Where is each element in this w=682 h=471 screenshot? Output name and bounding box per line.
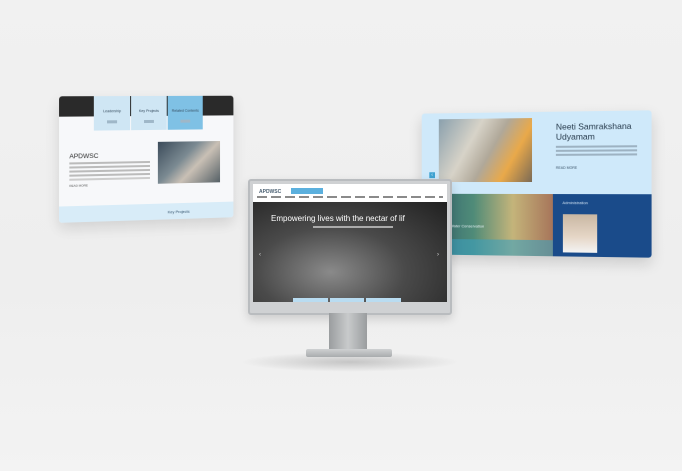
hero-banner: Empowering lives with the nectar of lif … bbox=[253, 202, 447, 302]
hero-subtitle bbox=[313, 226, 393, 228]
tab-related-contents[interactable]: Related Contents bbox=[167, 95, 203, 130]
leader-photo bbox=[157, 141, 221, 184]
tab-label: Related Contents bbox=[171, 108, 199, 113]
event-photo bbox=[438, 118, 533, 183]
tab-leadership[interactable]: Leadership bbox=[93, 96, 131, 131]
tab-label: Leadership bbox=[103, 109, 121, 114]
tab-key-projects[interactable]: Key Projects bbox=[131, 95, 167, 131]
site-logo[interactable]: APDWSC bbox=[259, 189, 281, 195]
left-website-panel: Leadership Key Projects Related Contents… bbox=[59, 95, 234, 223]
nav-highlight[interactable] bbox=[291, 188, 323, 194]
carousel-prev-icon[interactable]: ‹ bbox=[429, 172, 436, 179]
tile-label: Water Conservation bbox=[450, 223, 485, 229]
band-label: Key Projects bbox=[167, 208, 190, 215]
read-more-link[interactable]: READ MORE bbox=[69, 183, 88, 188]
monitor-stand-neck bbox=[329, 313, 367, 349]
tab-label: Key Projects bbox=[138, 108, 159, 114]
panel-tiles: Water Conservation Administration bbox=[421, 193, 652, 258]
administration-tile[interactable]: Administration bbox=[552, 194, 652, 258]
chevron-left-icon[interactable]: ‹ bbox=[259, 252, 261, 258]
panel-body-text bbox=[69, 160, 150, 165]
monitor-stand-base bbox=[306, 349, 392, 357]
tile-label: Administration bbox=[562, 200, 588, 206]
site-navbar: APDWSC bbox=[253, 184, 447, 202]
right-website-panel: Neeti Samrakshana Udyamam READ MORE ‹ Wa… bbox=[421, 110, 652, 258]
panel-tabs: Leadership Key Projects Related Contents bbox=[93, 95, 204, 131]
panel-title: APDWSC bbox=[69, 152, 99, 161]
panel-band: Key Projects bbox=[59, 201, 234, 223]
nav-links[interactable] bbox=[257, 196, 443, 198]
monitor-screen: APDWSC Empowering lives with the nectar … bbox=[253, 184, 447, 302]
chevron-right-icon[interactable]: › bbox=[437, 252, 439, 258]
portrait-photo bbox=[562, 214, 597, 253]
read-more-link[interactable]: READ MORE bbox=[556, 166, 577, 170]
panel-title: Neeti Samrakshana Udyamam bbox=[555, 120, 632, 142]
panel-body-text bbox=[555, 145, 638, 148]
hero-cards bbox=[293, 298, 403, 302]
desktop-monitor: APDWSC Empowering lives with the nectar … bbox=[248, 179, 452, 315]
hero-title: Empowering lives with the nectar of lif bbox=[271, 214, 405, 223]
